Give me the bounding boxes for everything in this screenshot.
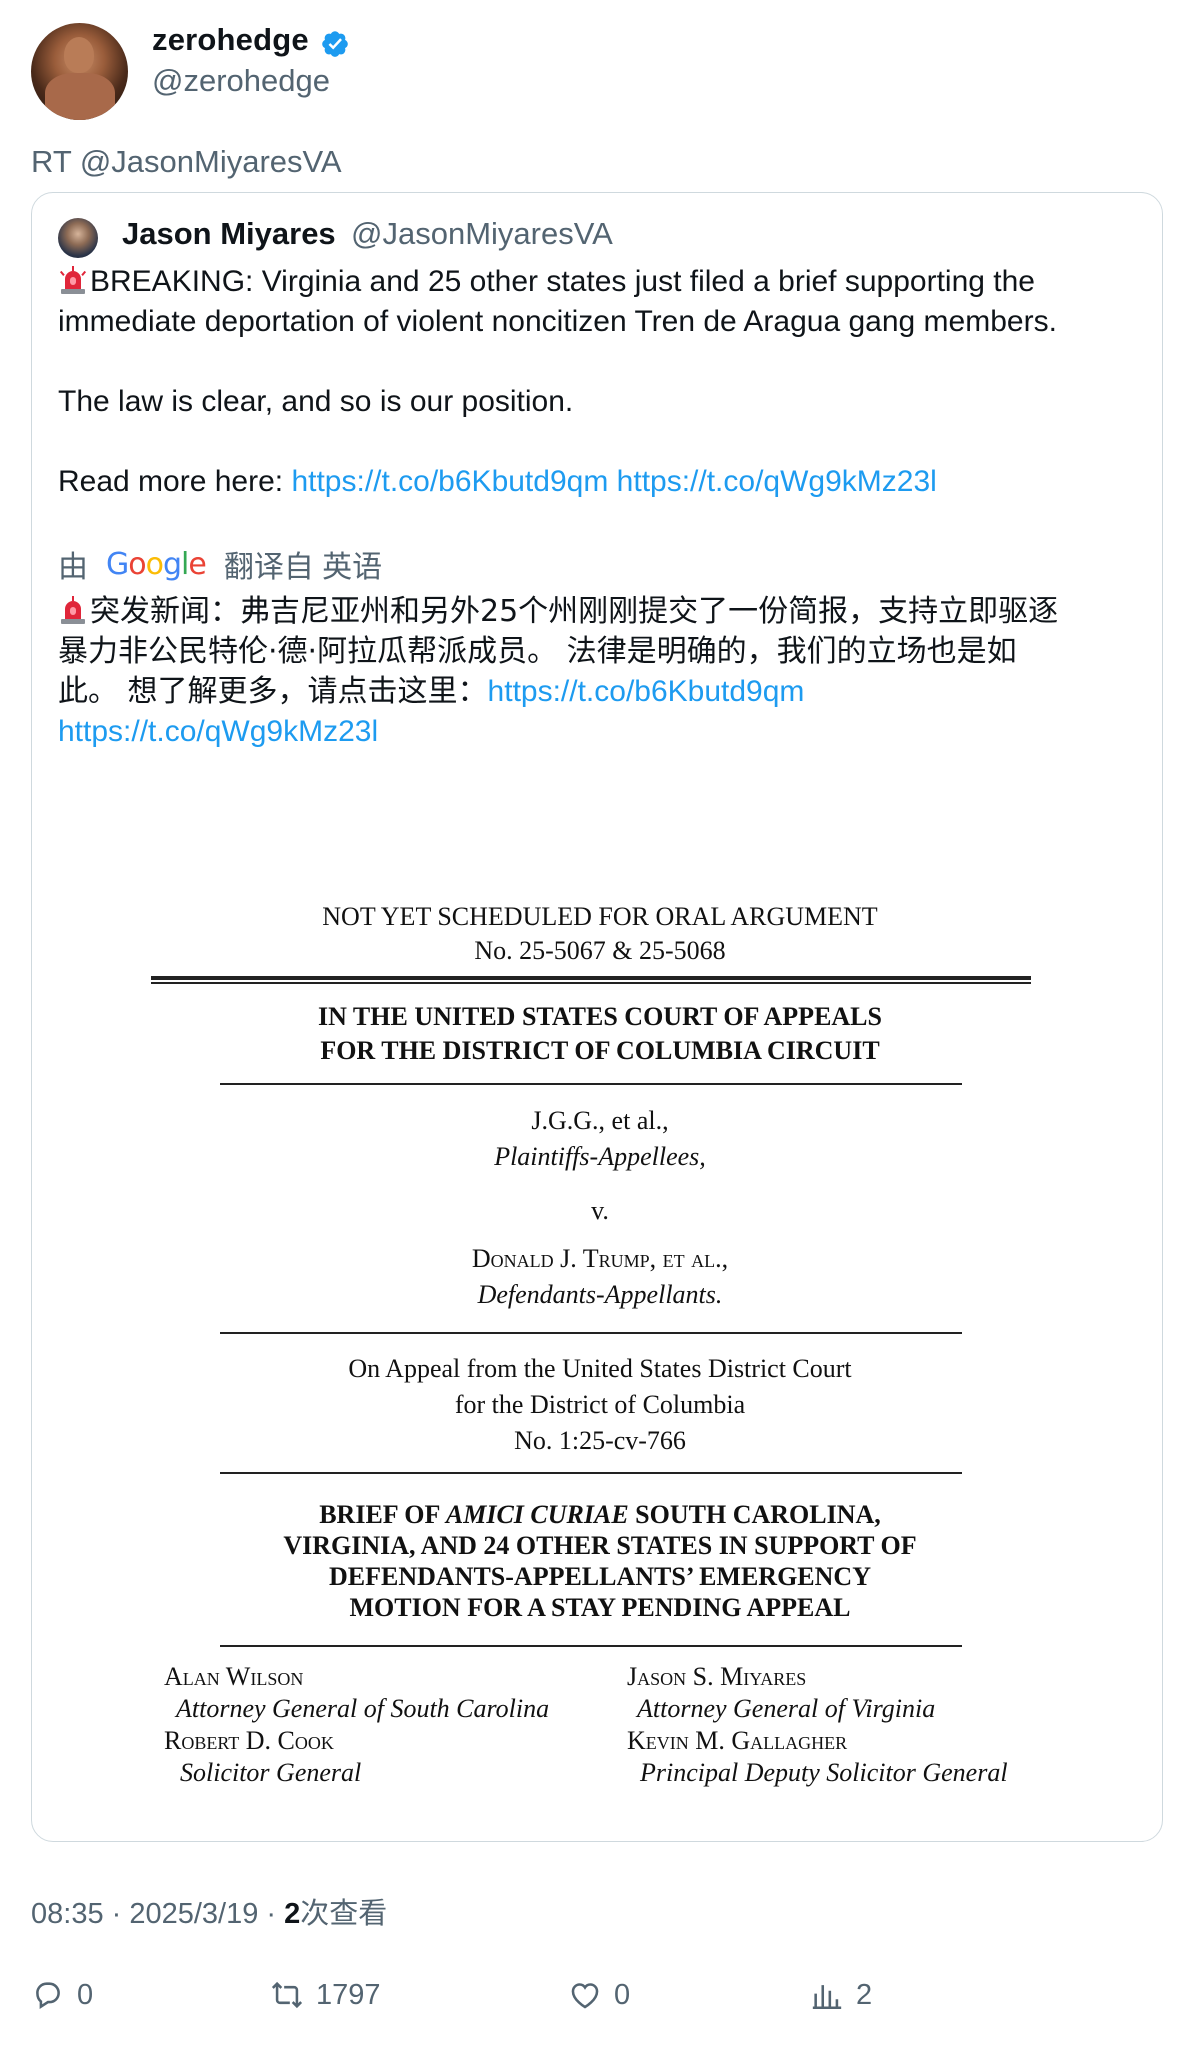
views-count: 2 [284,1898,301,1930]
tweet-link[interactable]: https://t.co/b6Kbutd9qm [291,465,608,498]
translation-attribution: 由 Google 翻译自 英语 [58,542,382,586]
tweet-link[interactable]: https://t.co/qWg9kMz23l [58,715,378,748]
doc-rule [151,982,1031,984]
author-handle[interactable]: @zerohedge [152,63,330,99]
author-name[interactable]: zerohedge [152,22,309,58]
doc-rule [220,1083,962,1085]
doc-heading: NOT YET SCHEDULED FOR ORAL ARGUMENT [322,902,878,931]
doc-rule [220,1645,962,1647]
tweet-link[interactable]: https://t.co/b6Kbutd9qm [488,675,805,708]
views-count: 2 [856,1978,873,2011]
reply-icon [36,1982,60,2009]
tweet-text-span: BREAKING: Virginia and 25 other states j… [90,265,1035,298]
translated-text-span: 突发新闻：弗吉尼亚州和另外25个州刚刚提交了一份简报，支持立即驱逐 [90,594,1059,629]
tweet-timestamp[interactable]: 08:35 · 2025/3/19 · 2次查看 [31,1890,387,1932]
quoted-author-name[interactable]: Jason Miyares [122,216,336,252]
views-icon [812,1985,842,2010]
tweet-text-line: Read more here: https://t.co/b6Kbutd9qm … [58,462,937,502]
doc-signatory: Kevin M. Gallagher [627,1726,848,1755]
doc-brief-title: BRIEF OF AMICI CURIAE SOUTH CAROLINA, [140,1500,1060,1530]
doc-case-number: No. 25-5067 & 25-5068 [474,936,726,965]
translated-text-line: 此。 想了解更多，请点击这里：https://t.co/b6Kbutd9qm [58,672,804,712]
doc-signatory: Alan Wilson [164,1662,304,1691]
doc-rule [220,1472,962,1474]
translate-by-label: 由 [58,551,88,584]
doc-brief-title: MOTION FOR A STAY PENDING APPEAL [349,1593,851,1622]
read-more-label: Read more here: [58,465,292,498]
doc-party: Donald J. Trump, et al., [471,1244,729,1273]
doc-signatory-title: Attorney General of South Carolina [176,1694,550,1723]
doc-brief-italic: AMICI CURIAE [445,1500,629,1529]
doc-party: J.G.G., et al., [531,1106,669,1135]
tweet-text-line: immediate deportation of violent nonciti… [58,305,1057,338]
views-label: 次查看 [300,1898,388,1930]
translate-from-label: 翻译自 英语 [223,551,383,584]
doc-court: IN THE UNITED STATES COURT OF APPEALS [317,1002,882,1031]
doc-party-role: Defendants-Appellants. [477,1280,723,1309]
doc-signatory-title: Principal Deputy Solicitor General [640,1758,1008,1787]
google-logo: Google [106,546,207,582]
reply-button[interactable]: 0 [31,1978,93,2012]
tweet-text-line: BREAKING: Virginia and 25 other states j… [58,262,1035,302]
doc-party-role: Plaintiffs-Appellees, [494,1142,706,1171]
avatar-torso [45,73,115,120]
retweet-button[interactable]: 1797 [270,1978,381,2012]
tweet-link[interactable]: https://t.co/qWg9kMz23l [617,465,937,498]
doc-brief-span: SOUTH CAROLINA, [628,1500,881,1529]
reply-count: 0 [77,1978,94,2011]
avatar[interactable] [31,23,128,120]
quoted-avatar[interactable] [58,218,98,258]
doc-signatory: Robert D. Cook [164,1726,334,1755]
verified-badge-icon [322,31,348,57]
doc-brief-title: VIRGINIA, AND 24 OTHER STATES IN SUPPORT… [283,1531,917,1560]
doc-signatory-title: Solicitor General [180,1758,362,1787]
translated-text-span: 此。 想了解更多，请点击这里： [58,674,488,709]
translated-text-line: https://t.co/qWg9kMz23l [58,712,378,752]
doc-appeal: No. 1:25-cv-766 [514,1426,686,1455]
like-icon [571,1983,599,2009]
doc-signatory-title: Attorney General of Virginia [637,1694,936,1723]
translated-text-line: 突发新闻：弗吉尼亚州和另外25个州刚刚提交了一份简报，支持立即驱逐 [58,592,1058,632]
doc-appeal: On Appeal from the United States Distric… [348,1354,852,1383]
views-button[interactable]: 2 [810,1978,872,2012]
doc-brief-span: BRIEF OF [319,1500,446,1529]
retweet-icon [271,1981,303,2009]
retweet-label: RT @JasonMiyaresVA [31,144,342,179]
timestamp-text: 08:35 · 2025/3/19 · [31,1898,285,1930]
retweet-count: 1797 [316,1978,381,2011]
attached-document-image[interactable]: NOT YET SCHEDULED FOR ORAL ARGUMENT No. … [140,880,1060,1800]
tweet-text-line: The law is clear, and so is our position… [58,385,574,418]
doc-appeal: for the District of Columbia [454,1390,746,1419]
siren-emoji-icon [61,596,85,624]
translated-text-line: 暴力非公民特伦·德·阿拉瓜帮派成员。 法律是明确的，我们的立场也是如 [58,634,1017,669]
quoted-author-handle[interactable]: @JasonMiyaresVA [351,216,613,252]
doc-versus: v. [591,1196,609,1225]
doc-court: FOR THE DISTRICT OF COLUMBIA CIRCUIT [320,1036,880,1065]
doc-brief-title: DEFENDANTS-APPELLANTS’ EMERGENCY [329,1562,871,1591]
like-count: 0 [614,1978,631,2011]
doc-rule [220,1332,962,1334]
like-button[interactable]: 0 [568,1978,630,2012]
siren-emoji-icon [59,266,87,294]
avatar-face [64,37,94,73]
doc-signatory: Jason S. Miyares [627,1662,807,1691]
doc-rule [151,976,1031,980]
